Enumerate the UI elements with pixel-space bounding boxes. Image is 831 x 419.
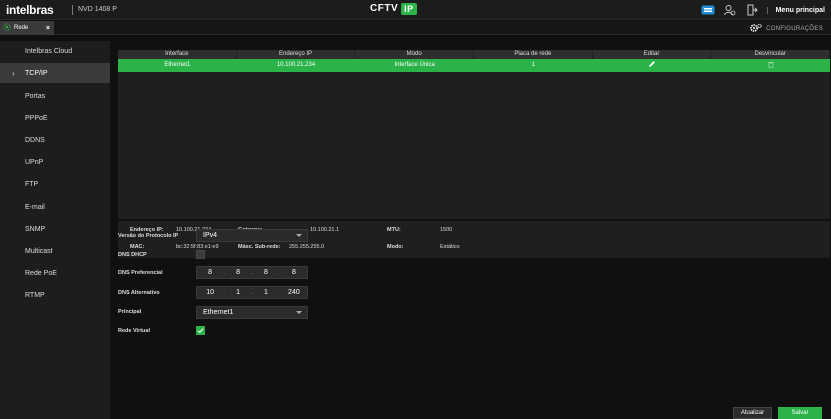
mode-label: Modo: (387, 244, 404, 250)
mode-value: Estático (440, 244, 460, 250)
top-icons: Menu principal (701, 3, 825, 17)
dhcp-checkbox[interactable] (196, 250, 205, 259)
sidebar-item-label: Intelbras Cloud (25, 47, 73, 55)
logout-icon[interactable] (745, 4, 759, 16)
sidebar-item-portas[interactable]: Portas (0, 86, 110, 106)
ip-octet: 8 (264, 269, 268, 276)
tab-bar: Rede × CONFIGURAÇÕES (0, 21, 831, 35)
chevron-right-icon: › (12, 68, 15, 78)
mtu-value: 1500 (440, 227, 453, 233)
virtual-network-checkbox[interactable] (196, 326, 205, 335)
sidebar-item-rede-poe[interactable]: Rede PoE (0, 263, 110, 283)
sidebar-item-multicast[interactable]: Multicast (0, 241, 110, 261)
brand-divider (72, 5, 73, 15)
cell-mode: Interface Única (394, 62, 435, 68)
ip-octet: 10 (206, 289, 215, 296)
edit-cell (593, 59, 712, 72)
column-header: Endereço IP (237, 50, 356, 59)
ip-version-value: IPv4 (203, 232, 218, 239)
user-icon[interactable] (723, 4, 737, 16)
sidebar-item-ddns[interactable]: DDNS (0, 130, 110, 150)
sidebar-item-tcpip[interactable]: › TCP/IP (0, 63, 110, 83)
cell-nic: 1 (531, 62, 536, 68)
ip-octet: 1 (264, 289, 268, 296)
sidebar-item-label: E-mail (25, 203, 45, 211)
sidebar-item-rtmp[interactable]: RTMP (0, 285, 110, 305)
sidebar-item-label: Rede PoE (25, 269, 57, 277)
principal-value: Ethernet1 (203, 309, 234, 316)
ip-octet: 8 (208, 269, 213, 276)
sidebar-item-ftp[interactable]: FTP (0, 174, 110, 194)
refresh-button[interactable]: Atualizar (733, 407, 772, 419)
sidebar-item-label: UPnP (25, 158, 44, 166)
table-row[interactable]: Ethernet1 10.100.21.234 Interface Única … (118, 59, 830, 72)
virtual-network-label: Rede Virtual (118, 328, 150, 334)
sidebar-item-label: RTMP (25, 291, 45, 299)
app-title-badge: IP (401, 3, 417, 15)
unlink-cell (711, 59, 830, 72)
dhcp-label: DNS DHCP (118, 252, 147, 258)
mac-label: MAC: (130, 244, 145, 250)
sidebar-item-label: SNMP (25, 225, 46, 233)
ip-version-label: Versão do Protocolo IP (118, 233, 179, 239)
checkmark-icon (197, 328, 204, 334)
gateway-value: 10.100.21.1 (310, 227, 340, 233)
sidebar-item-intelbras-cloud[interactable]: Intelbras Cloud (0, 41, 110, 61)
sidebar-item-upnp[interactable]: UPnP (0, 152, 110, 172)
ip-version-select[interactable]: IPv4 (196, 229, 308, 242)
dns-alternate-label: DNS Alternativo (118, 290, 160, 296)
app-title: CFTV IP (370, 3, 417, 15)
sidebar-item-label: Multicast (25, 247, 53, 255)
edit-pencil-icon[interactable] (648, 61, 656, 68)
table-header: Interface Endereço IP Modo Placa de rede… (118, 50, 831, 59)
chevron-down-icon (296, 311, 302, 314)
app-title-text: CFTV (370, 3, 399, 14)
sidebar-item-snmp[interactable]: SNMP (0, 219, 110, 239)
gear-icon (750, 23, 762, 35)
sidebar: Intelbras Cloud › TCP/IP Portas PPPoE DDN… (0, 41, 110, 419)
trash-icon[interactable] (768, 61, 774, 68)
network-tab-icon (3, 23, 11, 33)
dns-alternate-input[interactable]: 10. 1. 1. 240 (196, 286, 308, 299)
column-header: Placa de rede (474, 50, 593, 59)
ip-octet: 8 (236, 269, 240, 276)
dns-preferred-input[interactable]: 8. 8. 8. 8 (196, 266, 308, 279)
ip-octet: 8 (291, 269, 296, 276)
sidebar-item-label: DDNS (25, 136, 45, 144)
interface-table: Interface Endereço IP Modo Placa de rede… (118, 50, 831, 219)
save-button[interactable]: Salvar (778, 407, 822, 419)
sidebar-item-label: FTP (25, 180, 39, 188)
principal-select[interactable]: Ethernet1 (196, 306, 308, 319)
tab-rede-label: Rede (14, 25, 29, 31)
main-content: Interface Endereço IP Modo Placa de rede… (110, 36, 831, 419)
sidebar-item-label: PPPoE (25, 114, 48, 122)
sidebar-item-label: TCP/IP (25, 69, 48, 77)
cell-interface: Ethernet1 (164, 62, 191, 68)
mask-value: 255.255.255.0 (289, 244, 325, 250)
settings-area[interactable]: CONFIGURAÇÕES (750, 23, 823, 35)
cell-ip: 10.100.21.234 (276, 62, 316, 68)
main-menu-link[interactable]: Menu principal (766, 6, 825, 14)
close-tab-icon[interactable]: × (46, 25, 50, 32)
column-header: Editar (593, 50, 712, 59)
sidebar-item-label: Portas (25, 92, 46, 100)
settings-label: CONFIGURAÇÕES (766, 26, 823, 32)
ip-octet: 1 (236, 289, 240, 296)
ip-octet: 240 (288, 289, 300, 296)
column-header: Desvincular (711, 50, 831, 59)
device-model: NVD 1408 P (78, 6, 117, 13)
dns-preferred-label: DNS Preferencial (118, 270, 163, 276)
principal-label: Principal (118, 309, 142, 315)
chevron-down-icon (296, 234, 302, 237)
top-bar: intelbras NVD 1408 P CFTV IP Menu princip… (0, 0, 831, 20)
column-header: Modo (355, 50, 475, 59)
brand-logo: intelbras (6, 3, 54, 17)
column-header: Interface (118, 50, 237, 59)
network-status-icon[interactable] (701, 4, 715, 16)
mtu-label: MTU: (387, 227, 401, 233)
sidebar-item-pppoe[interactable]: PPPoE (0, 108, 110, 128)
mask-label: Másc. Sub-rede: (238, 244, 281, 250)
tab-rede[interactable]: Rede × (0, 21, 54, 35)
sidebar-item-email[interactable]: E-mail (0, 197, 110, 217)
